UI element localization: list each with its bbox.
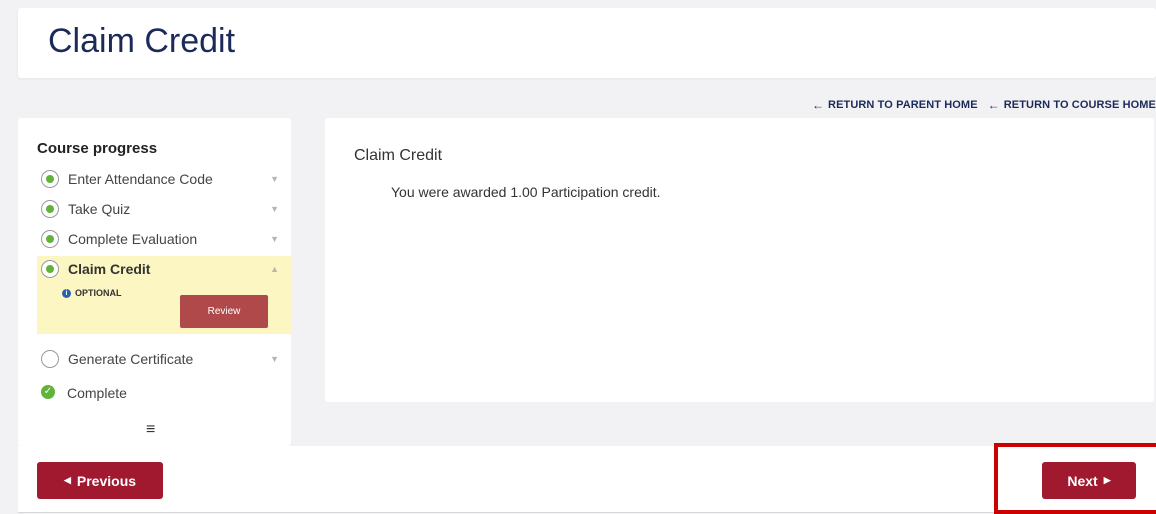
return-to-course-home-label: RETURN TO COURSE HOME bbox=[1003, 99, 1156, 111]
check-circle-icon: ✓ bbox=[41, 385, 55, 399]
step-status-radio-icon bbox=[41, 350, 59, 368]
step-status-radio-icon bbox=[41, 170, 59, 188]
step-label: Claim Credit bbox=[68, 261, 151, 277]
step-generate-certificate[interactable]: Generate Certificate ▼ bbox=[37, 346, 291, 376]
return-to-parent-home-link[interactable]: ← RETURN TO PARENT HOME bbox=[812, 98, 978, 112]
step-label: Complete Evaluation bbox=[68, 231, 198, 247]
content-title: Claim Credit bbox=[354, 147, 443, 164]
step-status-radio-icon bbox=[41, 200, 59, 218]
credit-awarded-message: You were awarded 1.00 Participation cred… bbox=[391, 184, 661, 200]
return-links: ← RETURN TO PARENT HOME ← RETURN TO COUR… bbox=[812, 98, 1156, 112]
step-complete-evaluation[interactable]: Complete Evaluation ▼ bbox=[37, 226, 291, 256]
previous-button[interactable]: ◀ Previous bbox=[37, 462, 163, 499]
page-title: Claim Credit bbox=[48, 22, 236, 60]
chevron-up-icon[interactable]: ▲ bbox=[270, 264, 279, 274]
info-icon: i bbox=[62, 288, 71, 298]
step-take-quiz[interactable]: Take Quiz ▼ bbox=[37, 196, 291, 226]
previous-label: Previous bbox=[76, 472, 137, 489]
footer-nav: ◀ Previous Next ▶ bbox=[18, 446, 1156, 513]
return-to-parent-home-label: RETURN TO PARENT HOME bbox=[828, 99, 978, 111]
chevron-down-icon[interactable]: ▼ bbox=[270, 354, 279, 364]
caret-left-icon: ◀ bbox=[63, 475, 71, 485]
chevron-down-icon[interactable]: ▼ bbox=[270, 204, 279, 214]
review-button[interactable]: Review bbox=[180, 295, 268, 328]
complete-label: Complete bbox=[67, 385, 127, 401]
sidebar-title: Course progress bbox=[37, 140, 158, 157]
arrow-left-icon: ← bbox=[987, 98, 1000, 112]
step-label: Enter Attendance Code bbox=[68, 171, 213, 187]
step-status-radio-icon bbox=[41, 230, 59, 248]
step-status-radio-icon bbox=[41, 260, 59, 278]
complete-status: ✓ Complete bbox=[41, 384, 281, 404]
course-progress-sidebar: Course progress Enter Attendance Code ▼ … bbox=[18, 118, 291, 446]
optional-label: OPTIONAL bbox=[75, 288, 122, 298]
return-to-course-home-link[interactable]: ← RETURN TO COURSE HOME bbox=[988, 98, 1156, 112]
step-label: Take Quiz bbox=[68, 201, 131, 217]
page-header: Claim Credit bbox=[18, 8, 1156, 78]
optional-badge: i OPTIONAL bbox=[62, 288, 122, 298]
annotation-highlight-box bbox=[994, 443, 1156, 514]
step-label: Generate Certificate bbox=[68, 351, 194, 367]
content-panel: Claim Credit You were awarded 1.00 Parti… bbox=[325, 118, 1154, 402]
chevron-down-icon[interactable]: ▼ bbox=[270, 174, 279, 184]
step-enter-attendance-code[interactable]: Enter Attendance Code ▼ bbox=[37, 166, 291, 196]
arrow-left-icon: ← bbox=[811, 98, 825, 112]
step-claim-credit[interactable]: Claim Credit ▲ i OPTIONAL Review bbox=[37, 256, 291, 334]
chevron-down-icon[interactable]: ▼ bbox=[270, 234, 279, 244]
hamburger-menu-icon[interactable]: ≡ bbox=[146, 421, 155, 439]
